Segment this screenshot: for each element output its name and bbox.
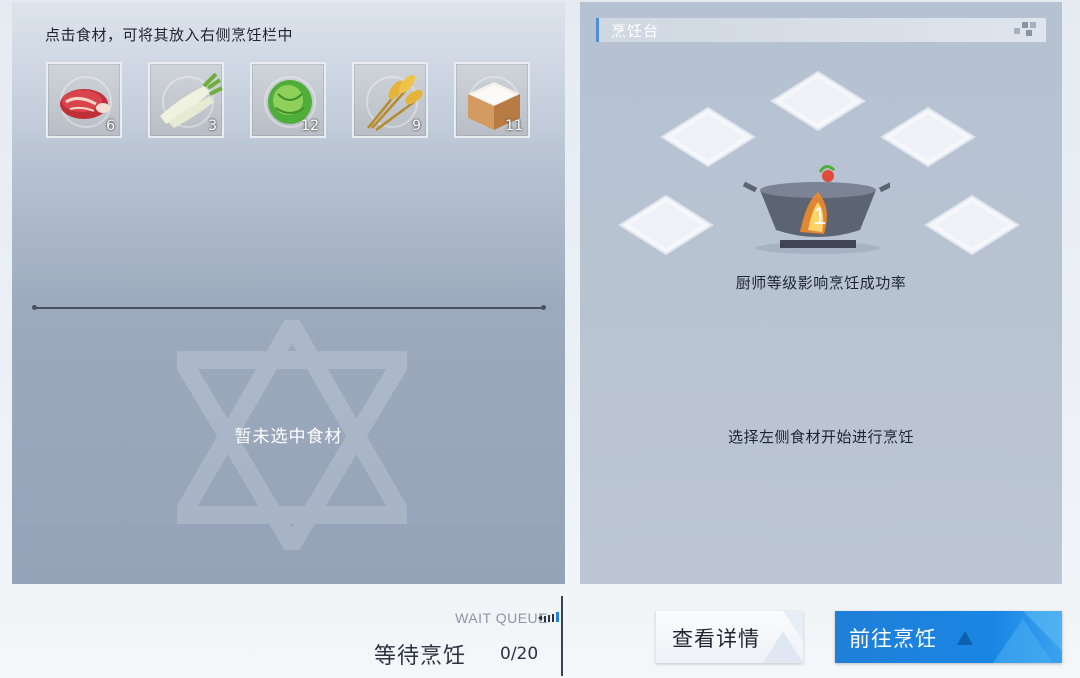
wait-queue-title: 等待烹饪 [374, 644, 467, 669]
pixel-deco-icon [1014, 22, 1036, 36]
ingredient-shelf [12, 2, 565, 302]
triangle-deco-icon [957, 611, 1062, 663]
ingredient-count: 3 [208, 118, 217, 134]
wait-queue-count: 0/20 [500, 644, 539, 664]
select-ingredient-hint: 选择左侧食材开始进行烹饪 [727, 428, 914, 446]
ingredient-count: 9 [412, 118, 421, 134]
ingredient-slot-rice[interactable]: 11 [454, 62, 530, 138]
triangle-deco-icon [763, 611, 803, 663]
station-header: 烹饪台 [596, 18, 1046, 42]
ingredient-slot-cabbage[interactable]: 12 [250, 62, 326, 138]
ingredient-count: 6 [106, 118, 115, 134]
signal-icon [538, 612, 559, 622]
go-cook-label: 前往烹饪 [849, 627, 937, 651]
ingredient-panel: 点击食材，可将其放入右侧烹饪栏中 6 3 12 9 11 暂未选中食材 [12, 2, 565, 584]
queue-divider [561, 596, 563, 676]
cooking-slot-4[interactable] [618, 194, 714, 256]
ingredient-count: 12 [301, 118, 319, 134]
ingredient-hint: 点击食材，可将其放入右侧烹饪栏中 [45, 26, 294, 44]
wait-queue-label: WAIT QUEUE [455, 610, 548, 626]
ingredient-slot-meat[interactable]: 6 [46, 62, 122, 138]
station-title: 烹饪台 [611, 22, 660, 40]
cooking-pot-icon: 1 [742, 165, 890, 254]
cooking-station-panel: 烹饪台 1 厨师等级影响烹饪成功率 选择左侧食材开始进行烹饪 [580, 2, 1062, 584]
ingredient-count: 11 [505, 118, 523, 134]
empty-selection-text: 暂未选中食材 [234, 427, 343, 447]
ingredient-slot-radish[interactable]: 3 [148, 62, 224, 138]
cooking-slot-5[interactable] [924, 194, 1020, 256]
cooking-slot-1[interactable] [770, 70, 866, 132]
ingredient-list: 6 3 12 9 11 [46, 62, 530, 138]
chef-level-hint: 厨师等级影响烹饪成功率 [735, 274, 907, 292]
ingredient-slot-wheat[interactable]: 9 [352, 62, 428, 138]
cooking-slot-3[interactable] [880, 106, 976, 168]
cooking-slot-2[interactable] [660, 106, 756, 168]
go-cook-button[interactable]: 前往烹饪 [835, 611, 1062, 663]
view-details-button[interactable]: 查看详情 [656, 611, 803, 663]
panel-divider [32, 305, 546, 310]
svg-text:1: 1 [813, 203, 826, 230]
wait-queue: WAIT QUEUE 等待烹饪 0/20 [360, 598, 560, 678]
